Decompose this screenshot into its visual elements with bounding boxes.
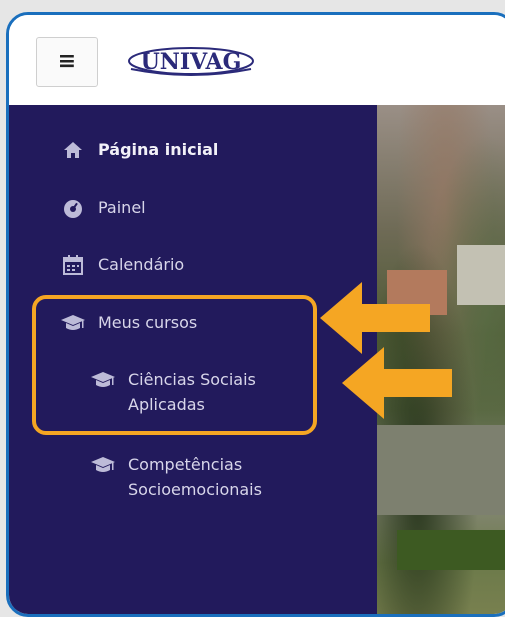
logo-text: UNIVAG [141, 49, 242, 75]
dashboard-icon [59, 195, 87, 220]
calendar-icon [59, 252, 87, 277]
hamburger-icon: ≡ [57, 49, 77, 74]
sidebar-item-label: Competências Socioemocionais [128, 455, 262, 499]
photo-lawn [397, 530, 505, 570]
app-window: ≡ UNIVAG Página inicial Painel Calendári… [6, 12, 505, 617]
highlight-box [32, 295, 317, 435]
home-icon [59, 137, 87, 162]
univag-logo[interactable]: UNIVAG [127, 47, 255, 81]
sidebar-item-calendar[interactable]: Calendário [59, 252, 184, 277]
hamburger-menu-button[interactable]: ≡ [36, 37, 98, 87]
top-navbar: ≡ UNIVAG [9, 15, 505, 105]
photo-building [457, 245, 505, 305]
sidebar-item-label: Painel [98, 198, 146, 217]
arrow-pointer-icon [342, 347, 452, 419]
sidebar-item-course-competencias[interactable]: Competências Socioemocionais [89, 452, 289, 502]
sidebar-item-dashboard[interactable]: Painel [59, 195, 146, 220]
sidebar-item-home[interactable]: Página inicial [59, 137, 218, 162]
arrow-pointer-icon [320, 282, 430, 354]
photo-building [377, 425, 505, 515]
sidebar-item-label: Calendário [98, 255, 185, 274]
graduation-cap-icon [89, 452, 117, 477]
sidebar-item-label: Página inicial [98, 140, 219, 159]
